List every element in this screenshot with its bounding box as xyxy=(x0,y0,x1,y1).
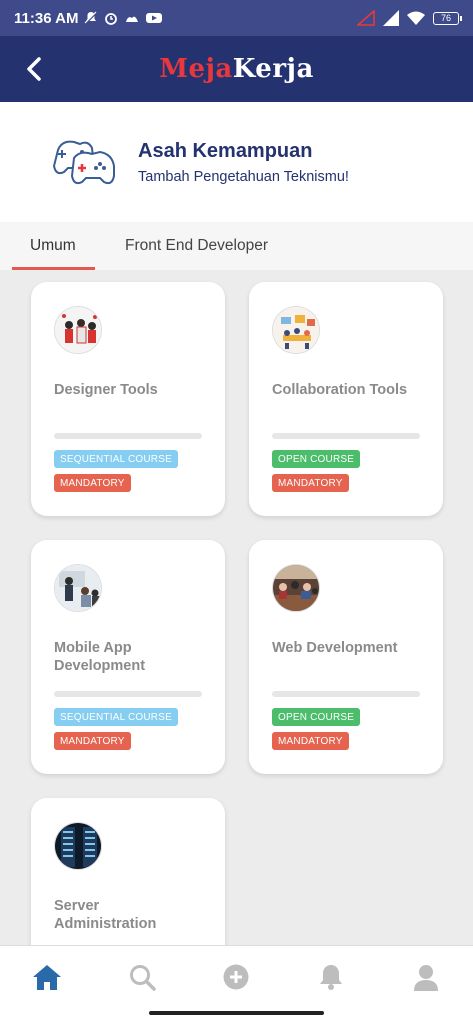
logo-part1: Meja xyxy=(159,54,233,84)
course-thumbnail xyxy=(272,564,320,612)
tab-bar: Umum Front End Developer xyxy=(0,222,473,270)
silent-bell-icon xyxy=(84,11,99,25)
progress-bar xyxy=(272,691,420,697)
progress-bar xyxy=(54,691,202,697)
nav-notifications[interactable] xyxy=(314,960,348,994)
course-type-badge: OPEN COURSE xyxy=(272,708,361,726)
page-subtitle: Tambah Pengetahuan Teknismu! xyxy=(138,168,349,185)
course-card-mobile-app-development[interactable]: Mobile App Development SEQUENTIAL COURSE… xyxy=(31,540,225,774)
wifi-icon xyxy=(407,11,425,25)
course-card-server-administration[interactable]: Server Administration xyxy=(31,798,225,945)
back-button[interactable] xyxy=(18,53,50,85)
nav-home[interactable] xyxy=(30,960,64,994)
battery-icon: 76 xyxy=(433,11,462,25)
mandatory-badge: MANDATORY xyxy=(54,732,131,750)
page-header: Asah Kemampuan Tambah Pengetahuan Teknis… xyxy=(0,102,473,222)
course-thumbnail xyxy=(272,306,320,354)
progress-bar xyxy=(54,433,202,439)
youtube-icon xyxy=(146,13,163,23)
search-icon xyxy=(130,965,156,991)
home-indicator xyxy=(149,1011,324,1015)
mandatory-badge: MANDATORY xyxy=(54,474,131,492)
course-title: Web Development xyxy=(272,640,398,656)
home-icon xyxy=(33,965,61,990)
tab-front-end-developer[interactable]: Front End Developer xyxy=(94,222,268,270)
course-thumbnail xyxy=(54,564,102,612)
app-bar: MejaKerja xyxy=(0,36,473,102)
course-thumbnail xyxy=(54,306,102,354)
arrow-back-icon xyxy=(27,57,41,81)
nav-search[interactable] xyxy=(125,960,159,994)
weather-icon xyxy=(126,16,139,22)
header-text: Asah Kemampuan Tambah Pengetahuan Teknis… xyxy=(138,140,349,185)
course-card-designer-tools[interactable]: Designer Tools SEQUENTIAL COURSE MANDATO… xyxy=(31,282,225,516)
course-title: Designer Tools xyxy=(54,382,158,398)
add-circle-icon xyxy=(223,964,249,990)
course-card-collaboration-tools[interactable]: Collaboration Tools OPEN COURSE MANDATOR… xyxy=(249,282,443,516)
no-signal-icon xyxy=(357,10,375,26)
progress-bar xyxy=(272,433,420,439)
profile-icon xyxy=(414,965,438,991)
course-title: Collaboration Tools xyxy=(272,382,408,398)
status-bar: 11:36 AM 76 xyxy=(0,0,473,36)
nav-profile[interactable] xyxy=(409,960,443,994)
gamepad-icon xyxy=(52,140,115,185)
mandatory-badge: MANDATORY xyxy=(272,474,349,492)
app-logo: MejaKerja xyxy=(159,54,314,84)
course-grid: Designer Tools SEQUENTIAL COURSE MANDATO… xyxy=(0,270,473,945)
course-title: Server Administration xyxy=(54,898,157,932)
bell-icon xyxy=(320,965,342,990)
course-thumbnail xyxy=(54,822,102,870)
page-title: Asah Kemampuan xyxy=(138,139,313,162)
notification-icons xyxy=(84,11,163,25)
alarm-icon xyxy=(105,13,118,25)
course-card-web-development[interactable]: Web Development OPEN COURSE MANDATORY xyxy=(249,540,443,774)
logo-part2: Kerja xyxy=(232,54,314,84)
signal-icon xyxy=(383,10,399,26)
tab-umum[interactable]: Umum xyxy=(12,222,95,270)
course-type-badge: SEQUENTIAL COURSE xyxy=(54,450,178,468)
course-type-badge: OPEN COURSE xyxy=(272,450,361,468)
course-title: Mobile App Development xyxy=(54,640,146,674)
nav-add[interactable] xyxy=(219,960,253,994)
course-type-badge: SEQUENTIAL COURSE xyxy=(54,708,178,726)
status-time: 11:36 AM xyxy=(14,9,79,27)
mandatory-badge: MANDATORY xyxy=(272,732,349,750)
